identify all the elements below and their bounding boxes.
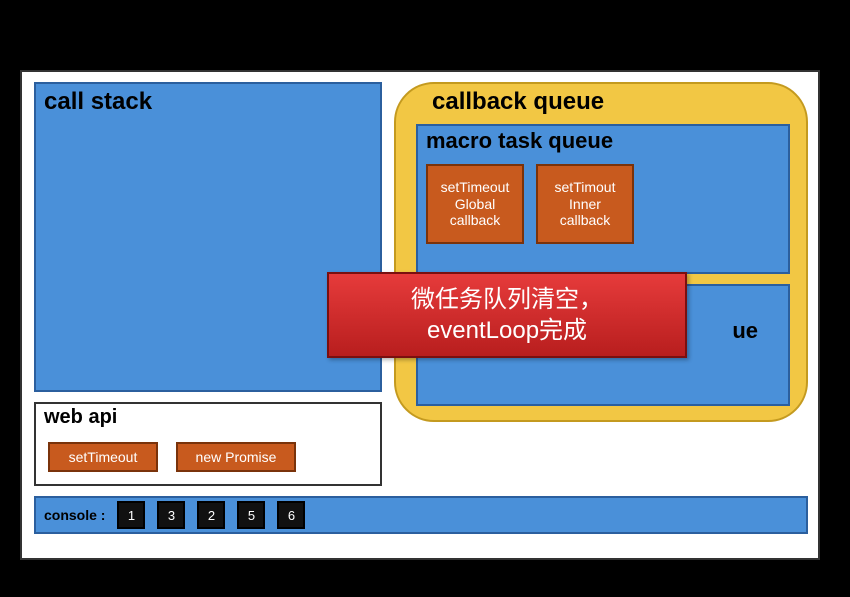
- micro-task-queue-title-fragment: ue: [732, 318, 758, 344]
- console-output: 6: [277, 501, 305, 529]
- overlay-line-1: 微任务队列清空，: [411, 284, 603, 315]
- console-label: console :: [44, 507, 105, 523]
- web-api-panel: web api setTimeout new Promise: [34, 402, 382, 486]
- diagram-canvas: call stack callback queue macro task que…: [20, 70, 820, 560]
- console-output: 3: [157, 501, 185, 529]
- web-api-title: web api: [44, 406, 117, 429]
- console-output: 5: [237, 501, 265, 529]
- overlay-line-2: eventLoop完成: [427, 315, 587, 346]
- macro-task-queue-title: macro task queue: [426, 128, 613, 154]
- macro-task-item: setTimout Inner callback: [536, 164, 634, 244]
- console-output: 1: [117, 501, 145, 529]
- callback-queue-panel: callback queue macro task queue setTimeo…: [394, 82, 808, 422]
- web-api-item: setTimeout: [48, 442, 158, 472]
- status-overlay: 微任务队列清空， eventLoop完成: [327, 272, 687, 358]
- macro-task-item: setTimeout Global callback: [426, 164, 524, 244]
- console-panel: console : 1 3 2 5 6: [34, 496, 808, 534]
- callback-queue-title: callback queue: [432, 88, 604, 116]
- call-stack-title: call stack: [44, 88, 152, 116]
- macro-task-queue-panel: macro task queue setTimeout Global callb…: [416, 124, 790, 274]
- console-output: 2: [197, 501, 225, 529]
- web-api-item: new Promise: [176, 442, 296, 472]
